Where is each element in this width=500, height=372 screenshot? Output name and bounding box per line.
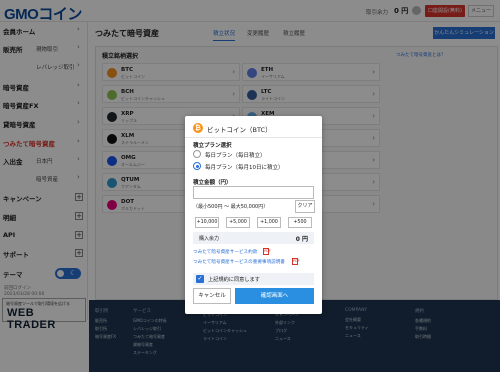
confirm-button[interactable]: 確認画面へ bbox=[235, 288, 314, 304]
amount-range-text: （最小500円 〜 最大50,000円） bbox=[193, 204, 269, 210]
daily-plan-label[interactable]: 毎日プラン（毎日積立） bbox=[205, 151, 266, 159]
monthly-plan-label[interactable]: 毎月プラン（毎月10日に積立） bbox=[205, 163, 284, 171]
bitcoin-icon: ₿ bbox=[193, 123, 203, 133]
buying-power-value: 0 円 bbox=[295, 236, 308, 243]
pdf-icon[interactable]: PDF bbox=[263, 248, 271, 255]
disclosure-link[interactable]: つみたて暗号資産サービスの重要事項説明書 bbox=[193, 259, 285, 265]
pdf-icon[interactable]: PDF bbox=[292, 258, 300, 265]
cancel-button[interactable]: キャンセル bbox=[193, 288, 231, 304]
terms-link[interactable]: つみたて暗号資産サービス約款 bbox=[193, 249, 257, 255]
modal-title: ビットコイン（BTC） bbox=[207, 126, 272, 134]
amount-label: 積立金額（円） bbox=[193, 180, 232, 186]
agree-checkbox[interactable]: ✓ bbox=[196, 275, 204, 283]
buying-power-label: 購入余力 bbox=[199, 236, 220, 242]
agree-label[interactable]: 上記規約に同意します bbox=[208, 276, 260, 283]
agree-row[interactable]: ✓ 上記規約に同意します bbox=[193, 273, 314, 285]
plan-label: 積立プラン選択 bbox=[193, 143, 232, 149]
divider bbox=[185, 137, 322, 138]
add-500-button[interactable]: +500 bbox=[288, 217, 312, 228]
amount-input[interactable] bbox=[193, 186, 314, 199]
add-1000-button[interactable]: +1,000 bbox=[257, 217, 281, 228]
clear-button[interactable]: クリア bbox=[295, 200, 315, 213]
add-10000-button[interactable]: +10,000 bbox=[195, 217, 219, 228]
add-5000-button[interactable]: +5,000 bbox=[226, 217, 250, 228]
monthly-plan-radio[interactable] bbox=[193, 162, 201, 170]
buying-power-row: 購入余力 0 円 bbox=[193, 232, 314, 244]
tsumitate-modal: ₿ ビットコイン（BTC） 積立プラン選択 毎日プラン（毎日積立） 毎月プラン（… bbox=[185, 116, 322, 314]
daily-plan-radio[interactable] bbox=[193, 150, 201, 158]
